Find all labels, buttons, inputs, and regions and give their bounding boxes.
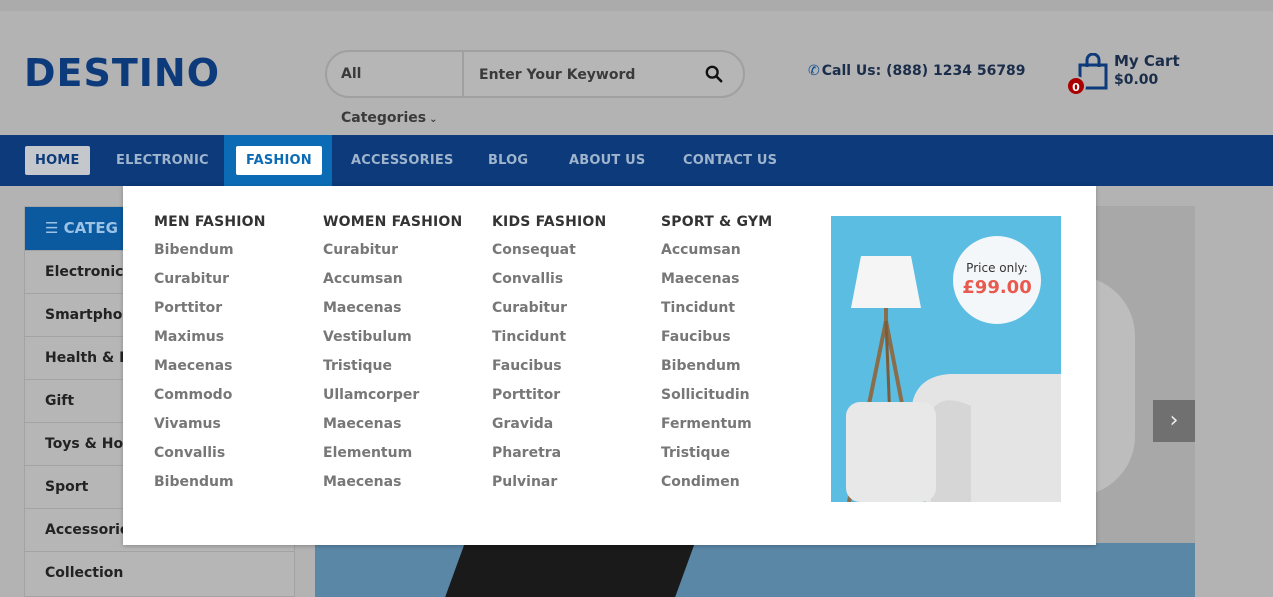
promo-price: £99.00 [962, 277, 1032, 298]
mega-menu-link[interactable]: Condimen [661, 472, 772, 501]
search-input[interactable]: Enter Your Keyword [479, 52, 635, 96]
mega-menu-link[interactable]: Tristique [323, 356, 462, 385]
mega-menu-link[interactable]: Accumsan [323, 269, 462, 298]
nav-item-fashion[interactable]: FASHION [236, 146, 322, 175]
nav-item-accessories[interactable]: ACCESSORIES [351, 135, 454, 186]
mega-menu-link[interactable]: Tristique [661, 443, 772, 472]
mega-menu-link[interactable]: Fermentum [661, 414, 772, 443]
phone-icon: ✆ [808, 63, 820, 79]
mega-menu-link[interactable]: Maecenas [661, 269, 772, 298]
menu-icon: ☰ [45, 219, 64, 237]
mega-menu-link[interactable]: Bibendum [661, 356, 772, 385]
mega-menu-link[interactable]: Maecenas [323, 472, 462, 501]
search-icon[interactable] [705, 65, 723, 83]
cart-count-badge: 0 [1066, 76, 1086, 96]
nav-item-blog[interactable]: BLOG [488, 135, 528, 186]
nav-item-home[interactable]: HOME [25, 146, 90, 175]
promo-price-label: Price only: [966, 261, 1028, 275]
nav-item-about-us[interactable]: ABOUT US [569, 135, 646, 186]
category-select-label: All Categories [341, 66, 427, 126]
mega-menu-link[interactable]: Convallis [154, 443, 266, 472]
mega-menu-link[interactable]: Consequat [492, 240, 606, 269]
mega-menu-link[interactable]: Pulvinar [492, 472, 606, 501]
sidebar-item-collection[interactable]: Collection [25, 551, 294, 594]
search-bar: All Categories ⌄ Enter Your Keyword [325, 50, 745, 126]
mega-menu-link[interactable]: Maecenas [154, 356, 266, 385]
mega-menu-link[interactable]: Tincidunt [492, 327, 606, 356]
mega-column-kids-fashion: KIDS FASHION Consequat Convallis Curabit… [492, 214, 606, 501]
mega-menu-link[interactable]: Bibendum [154, 472, 266, 501]
fashion-mega-menu: MEN FASHION Bibendum Curabitur Porttitor… [123, 186, 1096, 545]
next-slide-button[interactable]: › [1153, 400, 1195, 442]
nav-item-electronic[interactable]: ELECTRONIC [116, 135, 209, 186]
site-header: DESTINO All Categories ⌄ Enter Your Keywo… [0, 11, 1273, 135]
mega-menu-link[interactable]: Convallis [492, 269, 606, 298]
cart-title: My Cart [1114, 52, 1180, 70]
mega-menu-link[interactable]: Commodo [154, 385, 266, 414]
mega-menu-link[interactable]: Curabitur [154, 269, 266, 298]
mega-menu-link[interactable]: Vestibulum [323, 327, 462, 356]
promo-banner[interactable]: Price only: £99.00 [831, 216, 1061, 502]
mega-menu-link[interactable]: Curabitur [492, 298, 606, 327]
cart[interactable]: 0 My Cart $0.00 [1066, 47, 1206, 107]
mega-column-title: KIDS FASHION [492, 214, 607, 230]
mega-menu-link[interactable]: Sollicitudin [661, 385, 772, 414]
call-us-text: Call Us: (888) 1234 56789 [821, 63, 1026, 79]
mega-menu-link[interactable]: Ullamcorper [323, 385, 462, 414]
mega-column-title: SPORT & GYM [661, 214, 773, 230]
mega-column-women-fashion: WOMEN FASHION Curabitur Accumsan Maecena… [323, 214, 462, 501]
mega-column-men-fashion: MEN FASHION Bibendum Curabitur Porttitor… [154, 214, 266, 501]
promo-price-badge: Price only: £99.00 [953, 236, 1041, 324]
mega-column-title: MEN FASHION [154, 214, 266, 230]
mega-menu-link[interactable]: Accumsan [661, 240, 772, 269]
mega-menu-link[interactable]: Porttitor [154, 298, 266, 327]
mega-menu-link[interactable]: Pharetra [492, 443, 606, 472]
mega-menu-link[interactable]: Faucibus [492, 356, 606, 385]
mega-menu-link[interactable]: Maximus [154, 327, 266, 356]
category-sidebar-title: CATEG [63, 219, 118, 237]
mega-menu-link[interactable]: Elementum [323, 443, 462, 472]
cart-amount: $0.00 [1114, 72, 1159, 88]
mega-menu-link[interactable]: Gravida [492, 414, 606, 443]
nav-item-contact-us[interactable]: CONTACT US [683, 135, 777, 186]
mega-menu-link[interactable]: Maecenas [323, 298, 462, 327]
mega-menu-link[interactable]: Tincidunt [661, 298, 772, 327]
category-select[interactable]: All Categories ⌄ [327, 52, 464, 126]
mega-menu-link[interactable]: Faucibus [661, 327, 772, 356]
keyboard-image [445, 543, 695, 597]
call-us: ✆ Call Us: (888) 1234 56789 [808, 63, 1026, 79]
mega-menu-link[interactable]: Maecenas [323, 414, 462, 443]
top-strip [0, 0, 1273, 11]
mega-menu-link[interactable]: Curabitur [323, 240, 462, 269]
main-nav: HOME ELECTRONIC FASHION ACCESSORIES BLOG… [0, 135, 1273, 186]
mega-menu-link[interactable]: Vivamus [154, 414, 266, 443]
logo[interactable]: DESTINO [24, 51, 220, 95]
mega-menu-link[interactable]: Bibendum [154, 240, 266, 269]
mega-column-title: WOMEN FASHION [323, 214, 463, 230]
mega-column-sport-gym: SPORT & GYM Accumsan Maecenas Tincidunt … [661, 214, 772, 501]
chevron-down-icon: ⌄ [429, 114, 438, 125]
mega-menu-link[interactable]: Porttitor [492, 385, 606, 414]
